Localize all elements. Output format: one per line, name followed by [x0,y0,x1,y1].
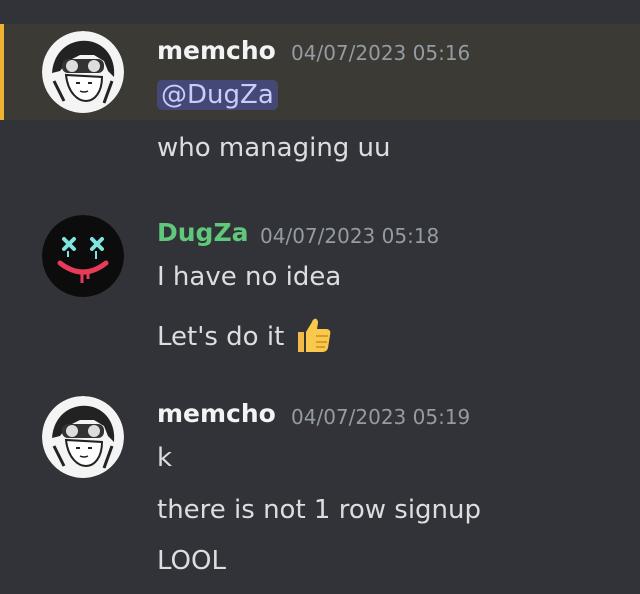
message-timestamp: 04/07/2023 05:18 [260,224,440,248]
anime-goggles-avatar-icon [42,31,124,113]
author-name[interactable]: DugZa [157,218,248,247]
message-line: who managing uu [157,133,391,163]
message-timestamp: 04/07/2023 05:16 [291,41,471,65]
message-text: Let's do it [157,322,285,352]
chat-messages: memcho 04/07/2023 05:16 @DugZa who manag… [0,0,640,594]
message-line: I have no idea [157,262,342,292]
avatar-memcho[interactable] [42,396,124,478]
message-line: there is not 1 row signup [157,495,482,525]
neon-smiley-avatar-icon [42,215,124,297]
message-timestamp: 04/07/2023 05:19 [291,405,471,429]
message-line: Let's do it [157,312,334,363]
anime-goggles-avatar-icon [42,396,124,478]
message-line: @DugZa [157,80,278,110]
thumbs-up-icon [290,312,334,363]
avatar-dugza[interactable] [42,215,124,297]
message-line: k [157,443,173,473]
author-name[interactable]: memcho [157,36,276,65]
avatar-memcho[interactable] [42,31,124,113]
user-mention[interactable]: @DugZa [157,80,278,110]
author-name[interactable]: memcho [157,399,276,428]
message-line: LOOL [157,546,226,576]
